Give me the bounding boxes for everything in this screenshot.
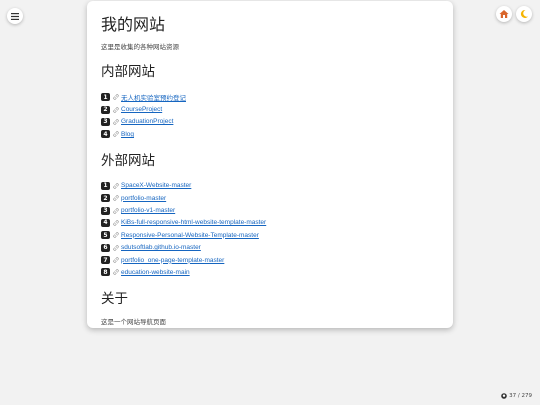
link-label: 无人机实验室预约登记 <box>121 94 186 103</box>
internal-link[interactable]: 无人机实验室预约登记 <box>113 92 186 102</box>
list-item: 2 CourseProject <box>101 103 439 115</box>
visit-counter: 37 / 279 <box>501 393 532 399</box>
link-icon <box>113 106 119 113</box>
external-link[interactable]: portfolio-v1-master <box>113 207 175 214</box>
about-heading: 关于 <box>101 290 128 307</box>
internal-list: 1 无人机实验室预约登记 2 CourseProject 3 Graduatio… <box>101 91 439 141</box>
item-number: 7 <box>101 256 110 265</box>
list-item: 5 Responsive-Personal-Website-Template-m… <box>101 229 439 241</box>
list-item: 3 GraduationProject <box>101 116 439 128</box>
external-link[interactable]: portfolio-master <box>113 195 166 202</box>
link-label: portfolio-master <box>121 194 167 202</box>
link-icon <box>113 245 119 251</box>
link-icon <box>113 207 119 214</box>
theme-toggle-button[interactable] <box>516 6 532 22</box>
link-icon <box>113 119 119 125</box>
link-label: portfolio_one-page-template-master <box>121 256 225 264</box>
top-right-controls <box>496 6 532 22</box>
item-number: 1 <box>101 93 110 102</box>
list-item: 3 portfolio-v1-master <box>101 204 439 216</box>
external-link[interactable]: education-website-main <box>113 269 190 276</box>
github-icon <box>501 393 507 399</box>
list-item: 2 portfolio-master <box>101 192 439 204</box>
list-item: 7 portfolio_one-page-template-master <box>101 254 439 266</box>
list-item: 8 education-website-main <box>101 266 439 278</box>
page-title: 我的网站 <box>101 15 166 34</box>
item-number: 4 <box>101 130 110 139</box>
link-label: portfolio-v1-master <box>121 207 176 215</box>
link-icon <box>113 232 119 238</box>
menu-button[interactable] <box>7 8 23 24</box>
external-link[interactable]: portfolio_one-page-template-master <box>113 257 224 264</box>
link-label: SpaceX-Website-master <box>121 182 192 190</box>
link-label: sdutsoftlab.github.io-master <box>121 244 201 252</box>
item-number: 2 <box>101 105 110 114</box>
item-number: 1 <box>101 181 110 190</box>
external-heading: 外部网站 <box>101 152 155 169</box>
link-icon <box>113 94 119 100</box>
link-icon <box>113 220 119 226</box>
content-card: 我的网站 这里是收集的各种网站资源 内部网站 1 无人机实验室预约登记 2 Co… <box>87 1 453 328</box>
link-label: CourseProject <box>121 106 163 114</box>
home-button[interactable] <box>496 6 512 22</box>
internal-link[interactable]: Blog <box>113 131 134 138</box>
link-label: GraduationProject <box>121 118 174 126</box>
link-label: education-website-main <box>121 268 190 276</box>
item-number: 3 <box>101 117 110 126</box>
list-item: 4 Blog <box>101 128 439 140</box>
list-item: 4 KiBs-full-responsive-html-website-temp… <box>101 217 439 229</box>
item-number: 8 <box>101 268 110 277</box>
link-icon <box>113 269 119 276</box>
external-link[interactable]: sdutsoftlab.github.io-master <box>113 244 201 251</box>
item-number: 3 <box>101 206 110 215</box>
moon-icon <box>520 9 528 18</box>
link-label: Blog <box>121 130 135 138</box>
page-subtitle: 这里是收集的各种网站资源 <box>101 43 179 51</box>
external-link[interactable]: SpaceX-Website-master <box>113 182 191 189</box>
link-icon <box>113 195 119 201</box>
internal-link[interactable]: GraduationProject <box>113 118 173 125</box>
home-icon <box>499 10 509 18</box>
internal-link[interactable]: CourseProject <box>113 106 162 113</box>
link-label: Responsive-Personal-Website-Template-mas… <box>121 231 259 239</box>
list-item: 1 无人机实验室预约登记 <box>101 91 439 103</box>
link-icon <box>113 257 119 263</box>
external-list: 1 SpaceX-Website-master 2 portfolio-mast… <box>101 180 439 279</box>
list-item: 1 SpaceX-Website-master <box>101 180 439 192</box>
counter-text: 37 / 279 <box>509 393 532 399</box>
list-item: 6 sdutsoftlab.github.io-master <box>101 242 439 254</box>
item-number: 5 <box>101 231 110 240</box>
link-icon <box>113 183 119 189</box>
hamburger-icon <box>11 12 19 20</box>
about-text: 这是一个网站导航页面 <box>101 317 166 326</box>
item-number: 6 <box>101 243 110 252</box>
link-icon <box>113 131 119 137</box>
item-number: 2 <box>101 194 110 203</box>
external-link[interactable]: KiBs-full-responsive-html-website-templa… <box>113 219 266 226</box>
internal-heading: 内部网站 <box>101 64 155 80</box>
external-link[interactable]: Responsive-Personal-Website-Template-mas… <box>113 232 259 239</box>
link-label: KiBs-full-responsive-html-website-templa… <box>121 219 267 227</box>
item-number: 4 <box>101 218 110 227</box>
